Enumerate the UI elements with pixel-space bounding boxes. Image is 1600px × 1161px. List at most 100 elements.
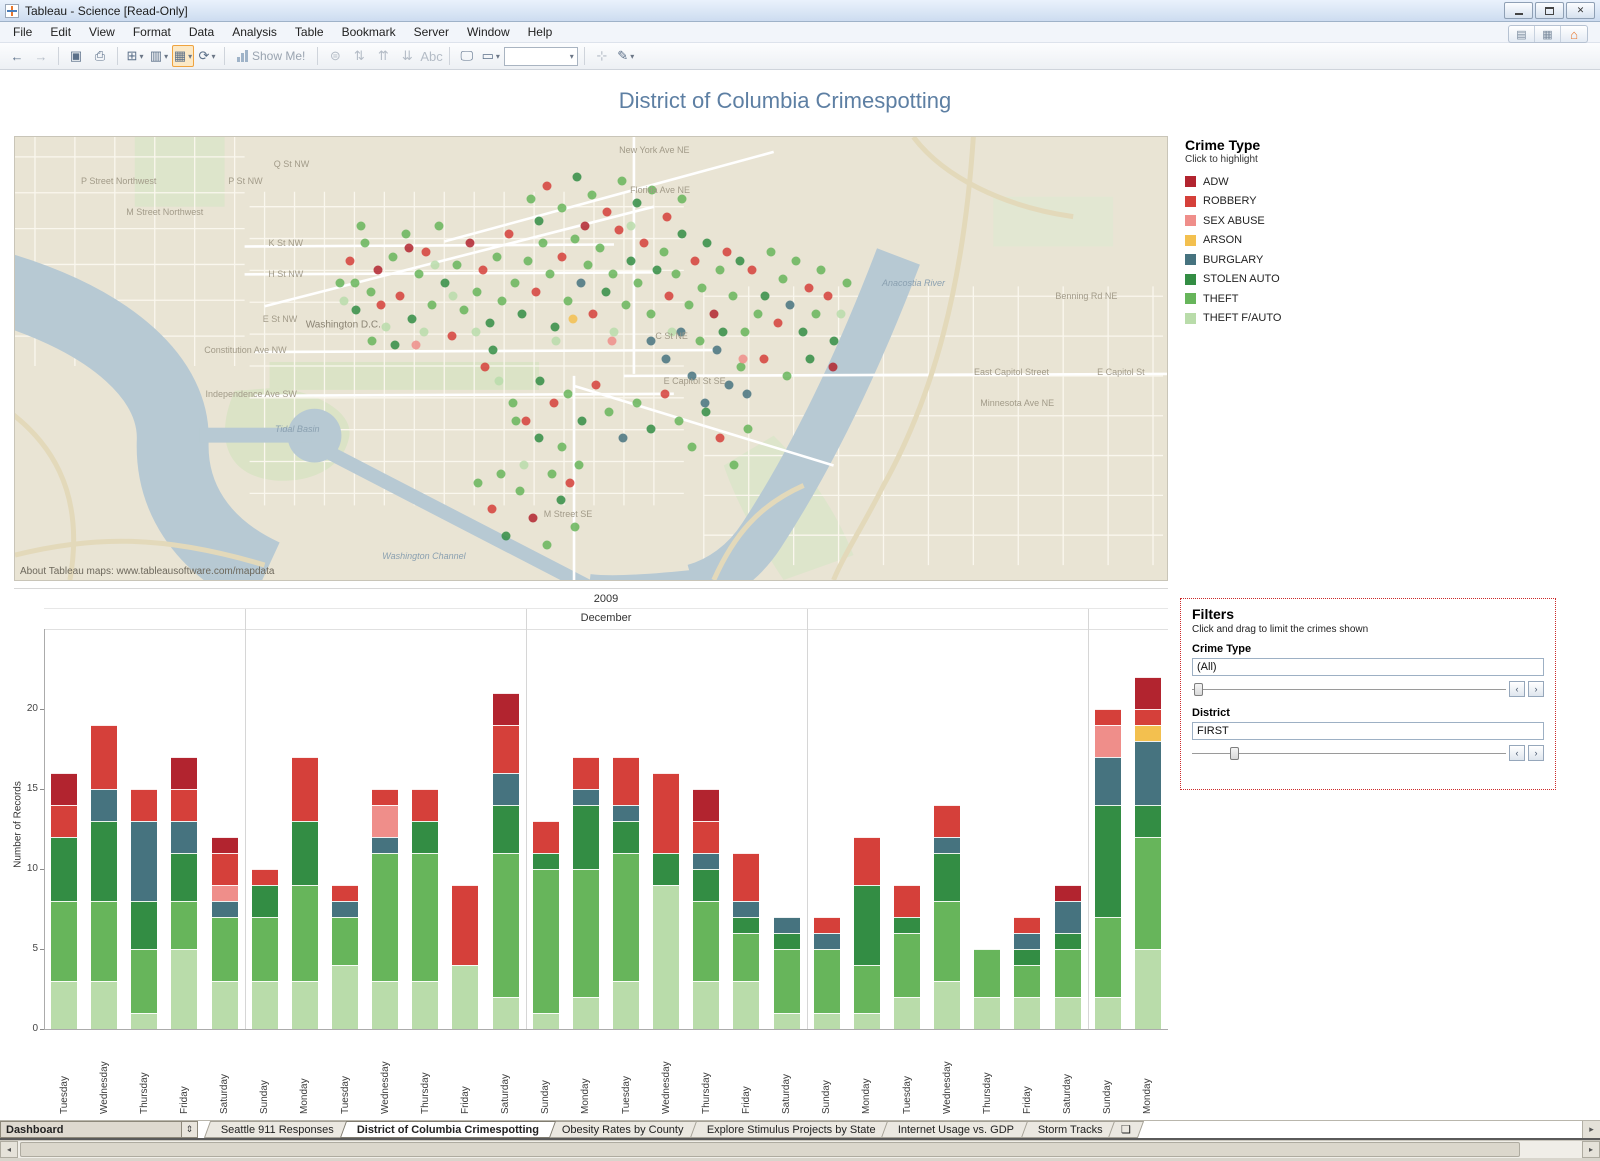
bar-segment[interactable] — [774, 1013, 800, 1029]
fit-view-icon[interactable]: ▭▾ — [480, 45, 502, 67]
minimize-button[interactable] — [1504, 2, 1533, 19]
abc-labels-icon[interactable]: Abc — [420, 45, 442, 67]
bar-segment[interactable] — [814, 933, 840, 949]
bar-segment[interactable] — [332, 885, 358, 901]
bar-segment[interactable] — [1014, 933, 1040, 949]
bar-segment[interactable] — [171, 757, 197, 789]
sort-descending-icon[interactable]: ⇊ — [396, 45, 418, 67]
district-slider-thumb[interactable] — [1230, 747, 1239, 760]
bar-segment[interactable] — [1014, 965, 1040, 997]
crime-type-slider-thumb[interactable] — [1194, 683, 1203, 696]
crime-type-filter-slider[interactable] — [1192, 679, 1506, 699]
bar-segment[interactable] — [412, 853, 438, 981]
bar-segment[interactable] — [1055, 933, 1081, 949]
presentation-mode-icon[interactable]: 🖵 — [456, 45, 478, 67]
bar-segment[interactable] — [733, 933, 759, 981]
scroll-thumb[interactable] — [20, 1142, 1520, 1157]
auto-update-toggle-icon[interactable]: ▦▾ — [172, 45, 194, 67]
bar-segment[interactable] — [774, 933, 800, 949]
menu-server[interactable]: Server — [405, 23, 458, 41]
bar-segment[interactable] — [693, 853, 719, 869]
save-icon[interactable]: ▣ — [65, 45, 87, 67]
bar-segment[interactable] — [934, 853, 960, 901]
bar-segment[interactable] — [292, 885, 318, 981]
sort-ascending-icon[interactable]: ⇈ — [372, 45, 394, 67]
bar-segment[interactable] — [493, 773, 519, 805]
bar-segment[interactable] — [894, 917, 920, 933]
menu-edit[interactable]: Edit — [41, 23, 80, 41]
tab-district-of-columbia-crimespotting[interactable]: District of Columbia Crimespotting — [340, 1121, 556, 1138]
bar-segment[interactable] — [493, 853, 519, 997]
bar-segment[interactable] — [131, 901, 157, 949]
bar-segment[interactable] — [1014, 997, 1040, 1029]
bar-segment[interactable] — [934, 805, 960, 837]
bar-segment[interactable] — [613, 981, 639, 1029]
bar-segment[interactable] — [1135, 805, 1161, 837]
bar-segment[interactable] — [774, 917, 800, 933]
bar-segment[interactable] — [131, 821, 157, 901]
bar-segment[interactable] — [733, 853, 759, 901]
bar-segment[interactable] — [131, 1013, 157, 1029]
bar-segment[interactable] — [573, 805, 599, 869]
bar-segment[interactable] — [51, 805, 77, 837]
bar-segment[interactable] — [412, 981, 438, 1029]
bar-segment[interactable] — [91, 821, 117, 901]
new-datasource-icon[interactable]: ⊞▾ — [124, 45, 146, 67]
bar-segment[interactable] — [212, 853, 238, 885]
bar-segment[interactable] — [814, 1013, 840, 1029]
forward-icon[interactable]: → — [30, 45, 52, 67]
bar-segment[interactable] — [91, 981, 117, 1029]
bar-segment[interactable] — [854, 885, 880, 965]
bar-segment[interactable] — [894, 933, 920, 997]
tab-storm-tracks[interactable]: Storm Tracks — [1021, 1121, 1120, 1138]
crime-type-slider-right-icon[interactable]: › — [1528, 681, 1544, 697]
bar-segment[interactable] — [332, 917, 358, 965]
bar-segment[interactable] — [131, 789, 157, 821]
menu-window[interactable]: Window — [458, 23, 519, 41]
bar-segment[interactable] — [573, 869, 599, 997]
legend-item-sex-abuse[interactable]: SEX ABUSE — [1185, 211, 1425, 231]
bar-segment[interactable] — [1095, 917, 1121, 997]
bar-segment[interactable] — [212, 981, 238, 1029]
bar-segment[interactable] — [1135, 709, 1161, 725]
menu-analysis[interactable]: Analysis — [223, 23, 286, 41]
bar-segment[interactable] — [1055, 949, 1081, 997]
bar-segment[interactable] — [974, 949, 1000, 997]
tab-seattle-911-responses[interactable]: Seattle 911 Responses — [204, 1121, 351, 1138]
bar-segment[interactable] — [171, 949, 197, 1029]
district-filter-select[interactable]: FIRST — [1192, 722, 1544, 740]
bar-segment[interactable] — [332, 965, 358, 1029]
bar-segment[interactable] — [212, 837, 238, 853]
bar-segment[interactable] — [252, 917, 278, 981]
bar-segment[interactable] — [171, 789, 197, 821]
legend-item-adw[interactable]: ADW — [1185, 172, 1425, 192]
bar-segment[interactable] — [733, 901, 759, 917]
back-icon[interactable]: ← — [6, 45, 28, 67]
bar-segment[interactable] — [252, 981, 278, 1029]
bar-segment[interactable] — [693, 821, 719, 853]
fit-select[interactable]: ▾ — [504, 47, 578, 66]
bar-segment[interactable] — [372, 853, 398, 981]
bar-segment[interactable] — [613, 821, 639, 853]
bar-segment[interactable] — [573, 757, 599, 789]
normal-view-icon[interactable]: ▤ — [1509, 26, 1535, 42]
bar-segment[interactable] — [854, 837, 880, 885]
bar-segment[interactable] — [1135, 741, 1161, 805]
bar-segment[interactable] — [292, 821, 318, 885]
bar-segment[interactable] — [372, 837, 398, 853]
bar-segment[interactable] — [412, 789, 438, 821]
bar-segment[interactable] — [1135, 837, 1161, 949]
bar-segment[interactable] — [613, 757, 639, 805]
legend-item-robbery[interactable]: ROBBERY — [1185, 192, 1425, 212]
close-button[interactable]: ✕ — [1566, 2, 1595, 19]
bar-segment[interactable] — [493, 997, 519, 1029]
bar-segment[interactable] — [1135, 725, 1161, 741]
crime-type-filter-select[interactable]: (All) — [1192, 658, 1544, 676]
district-slider-left-icon[interactable]: ‹ — [1509, 745, 1525, 761]
bar-segment[interactable] — [733, 917, 759, 933]
bar-segment[interactable] — [372, 805, 398, 837]
bar-segment[interactable] — [613, 805, 639, 821]
swap-axes-icon[interactable]: ⇅ — [348, 45, 370, 67]
bar-segment[interactable] — [212, 885, 238, 901]
bar-segment[interactable] — [533, 853, 559, 869]
